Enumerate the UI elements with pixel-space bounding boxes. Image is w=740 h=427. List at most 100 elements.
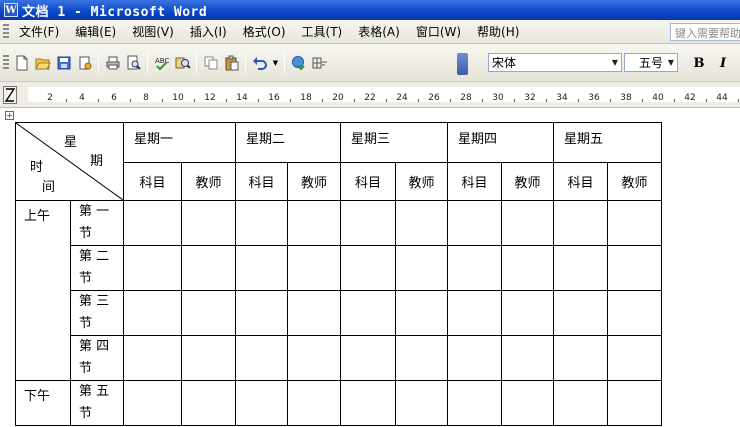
table-cell[interactable] <box>501 245 554 291</box>
table-cell[interactable] <box>340 290 396 336</box>
table-cell[interactable] <box>235 335 288 381</box>
print-icon[interactable] <box>104 54 122 72</box>
table-cell[interactable] <box>395 245 448 291</box>
table-cell[interactable] <box>395 290 448 336</box>
table-cell[interactable] <box>501 200 554 246</box>
period-cell-3[interactable]: 第 三节 <box>70 290 124 336</box>
paste-icon[interactable] <box>223 54 241 72</box>
open-folder-icon[interactable] <box>34 54 52 72</box>
italic-button[interactable]: I <box>714 54 732 72</box>
tables-borders-icon[interactable] <box>311 54 329 72</box>
table-cell[interactable] <box>340 245 396 291</box>
teacher-header[interactable]: 教师 <box>607 162 662 201</box>
help-search-input[interactable]: 键入需要帮助 <box>670 23 740 41</box>
table-cell[interactable] <box>181 245 236 291</box>
teacher-header[interactable]: 教师 <box>287 162 341 201</box>
table-cell[interactable] <box>447 290 502 336</box>
table-cell[interactable] <box>287 245 341 291</box>
table-cell[interactable] <box>501 380 554 426</box>
subject-header[interactable]: 科目 <box>340 162 396 201</box>
menu-edit[interactable]: 编辑(E) <box>67 23 124 40</box>
am-label[interactable]: 上午 <box>15 200 71 381</box>
font-dropdown-arrow-icon[interactable]: ▼ <box>609 54 621 71</box>
font-name-select[interactable]: 宋体 ▼ <box>488 53 622 72</box>
table-move-handle-icon[interactable]: + <box>5 111 14 120</box>
title-bar[interactable]: W 文档 1 - Microsoft Word <box>0 0 740 20</box>
font-size-select[interactable]: 五号 ▼ <box>624 53 678 72</box>
pm-label[interactable]: 下午 <box>15 380 71 426</box>
table-cell[interactable] <box>501 335 554 381</box>
day-header-friday[interactable]: 星期五 <box>553 122 662 163</box>
table-cell[interactable] <box>235 245 288 291</box>
period-cell-1[interactable]: 第 一节 <box>70 200 124 246</box>
table-cell[interactable] <box>287 335 341 381</box>
table-cell[interactable] <box>553 380 608 426</box>
save-disk-icon[interactable] <box>55 54 73 72</box>
table-cell[interactable] <box>235 380 288 426</box>
word-doc-icon[interactable]: W <box>4 3 18 17</box>
table-cell[interactable] <box>181 290 236 336</box>
teacher-header[interactable]: 教师 <box>501 162 554 201</box>
table-cell[interactable] <box>123 335 182 381</box>
bold-button[interactable]: B <box>690 54 708 72</box>
toolbar-move-handle[interactable] <box>457 53 468 75</box>
document-area[interactable]: + 星 期 时 间 星期一 星期二 星期三 星期四 星期五 科目 教师 科目 教… <box>0 108 740 427</box>
table-cell[interactable] <box>340 200 396 246</box>
table-cell[interactable] <box>395 335 448 381</box>
menu-tools[interactable]: 工具(T) <box>294 23 351 40</box>
menu-table[interactable]: 表格(A) <box>350 23 408 40</box>
table-cell[interactable] <box>287 290 341 336</box>
table-cell[interactable] <box>123 380 182 426</box>
size-dropdown-arrow-icon[interactable]: ▼ <box>665 54 677 71</box>
tab-selector-icon[interactable] <box>3 86 17 104</box>
menu-view[interactable]: 视图(V) <box>124 23 182 40</box>
table-cell[interactable] <box>123 290 182 336</box>
table-cell[interactable] <box>607 245 662 291</box>
new-document-icon[interactable] <box>13 54 31 72</box>
period-cell-2[interactable]: 第 二节 <box>70 245 124 291</box>
day-header-wednesday[interactable]: 星期三 <box>340 122 448 163</box>
table-cell[interactable] <box>553 335 608 381</box>
teacher-header[interactable]: 教师 <box>395 162 448 201</box>
schedule-table[interactable]: 星 期 时 间 星期一 星期二 星期三 星期四 星期五 科目 教师 科目 教师 … <box>15 122 662 426</box>
day-header-thursday[interactable]: 星期四 <box>447 122 554 163</box>
table-cell[interactable] <box>181 335 236 381</box>
table-cell[interactable] <box>340 380 396 426</box>
research-icon[interactable] <box>174 54 192 72</box>
day-header-monday[interactable]: 星期一 <box>123 122 236 163</box>
table-cell[interactable] <box>501 290 554 336</box>
table-cell[interactable] <box>447 335 502 381</box>
day-header-tuesday[interactable]: 星期二 <box>235 122 341 163</box>
menu-window[interactable]: 窗口(W) <box>408 23 469 40</box>
period-cell-4[interactable]: 第 四节 <box>70 335 124 381</box>
table-cell[interactable] <box>553 290 608 336</box>
table-cell[interactable] <box>607 335 662 381</box>
table-cell[interactable] <box>395 200 448 246</box>
table-cell[interactable] <box>447 380 502 426</box>
table-cell[interactable] <box>447 200 502 246</box>
diagonal-header-cell[interactable]: 星 期 时 间 <box>15 122 124 201</box>
subject-header[interactable]: 科目 <box>447 162 502 201</box>
table-cell[interactable] <box>607 290 662 336</box>
table-cell[interactable] <box>447 245 502 291</box>
table-cell[interactable] <box>235 200 288 246</box>
horizontal-ruler[interactable]: 2 4 6 8 10 12 14 16 18 20 22 24 26 28 30 32 34 36 38 40 42 44… <box>0 82 740 108</box>
table-cell[interactable] <box>181 200 236 246</box>
table-cell[interactable] <box>553 200 608 246</box>
teacher-header[interactable]: 教师 <box>181 162 236 201</box>
table-cell[interactable] <box>607 380 662 426</box>
print-preview-icon[interactable] <box>125 54 143 72</box>
undo-dropdown-icon[interactable]: ▼ <box>272 54 280 72</box>
menu-format[interactable]: 格式(O) <box>235 23 294 40</box>
menu-grip-handle[interactable] <box>3 23 9 40</box>
spelling-icon[interactable]: ABC <box>153 54 171 72</box>
table-cell[interactable] <box>553 245 608 291</box>
table-cell[interactable] <box>607 200 662 246</box>
menu-file[interactable]: 文件(F) <box>11 23 67 40</box>
period-cell-5[interactable]: 第 五节 <box>70 380 124 426</box>
undo-icon[interactable] <box>251 54 269 72</box>
menu-insert[interactable]: 插入(I) <box>182 23 235 40</box>
copy-icon[interactable] <box>202 54 220 72</box>
table-cell[interactable] <box>395 380 448 426</box>
table-cell[interactable] <box>123 245 182 291</box>
